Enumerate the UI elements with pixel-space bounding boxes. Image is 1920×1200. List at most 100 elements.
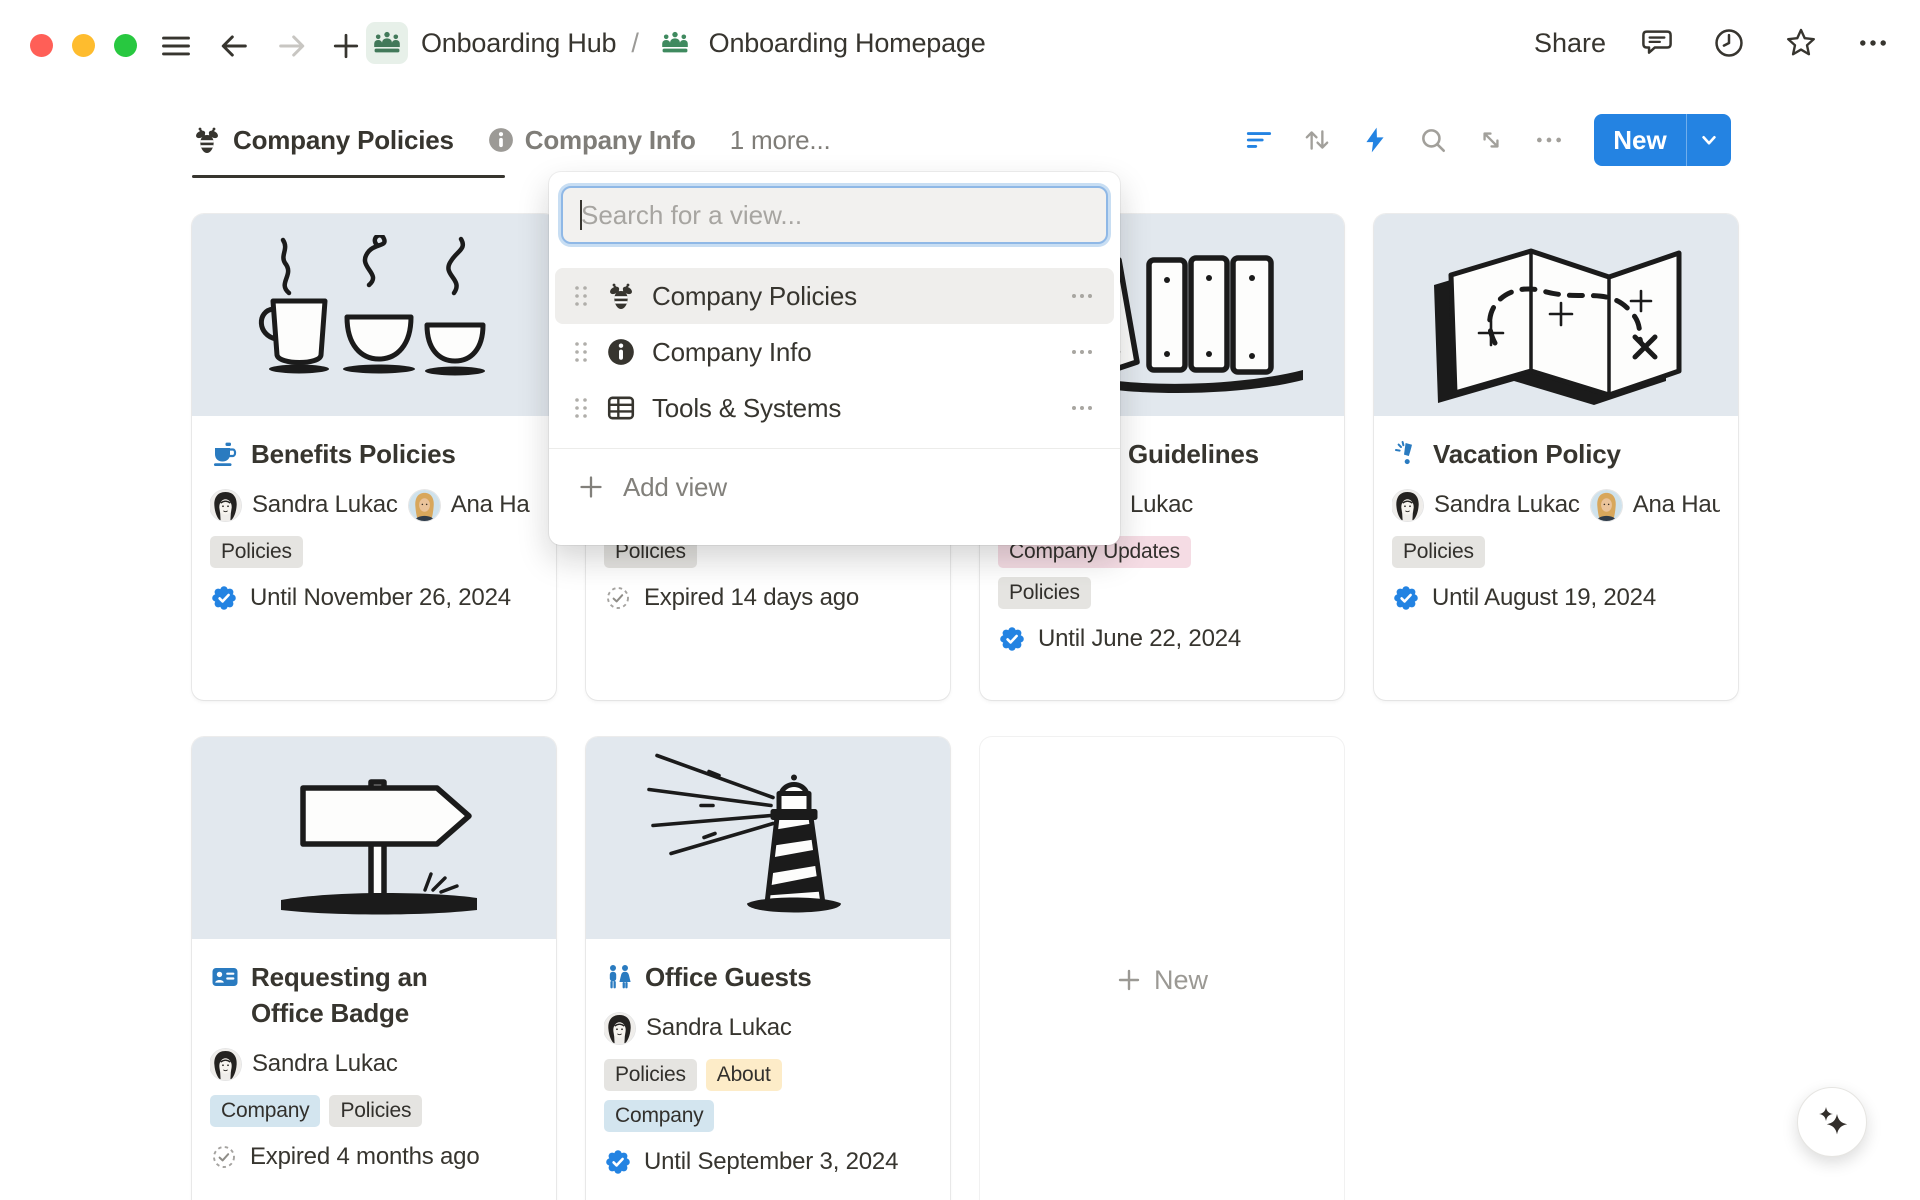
new-record-button[interactable]: New: [1594, 114, 1731, 166]
more-views-button[interactable]: 1 more...: [730, 125, 831, 156]
comments-button[interactable]: [1636, 22, 1678, 64]
card-status: Until November 26, 2024: [210, 584, 538, 612]
menu-icon: [159, 29, 193, 63]
people-group-icon: [372, 28, 402, 58]
breadcrumb-root-label[interactable]: Onboarding Hub: [421, 28, 616, 59]
favorite-button[interactable]: [1780, 22, 1822, 64]
new-card-button[interactable]: New: [980, 737, 1344, 1200]
zoom-window-button[interactable]: [114, 34, 137, 57]
expired-dashed-icon: [210, 1143, 238, 1171]
card-tags: Company: [604, 1100, 932, 1132]
card-title: Requesting an Office Badge: [210, 959, 538, 1031]
card-title: Office Guests: [604, 959, 932, 995]
tab-company-policies[interactable]: Company Policies: [192, 125, 454, 156]
views-dropdown: Company Policies Company Info: [549, 172, 1120, 545]
expand-view-button[interactable]: [1470, 119, 1512, 161]
gallery-card-vacation-policy[interactable]: Vacation Policy Sandra Lukac Ana Hau Pol…: [1374, 214, 1738, 700]
automations-icon: [1360, 125, 1390, 155]
chevron-down-icon[interactable]: [1687, 127, 1731, 153]
view-search: [561, 186, 1108, 244]
breadcrumb: Onboarding Hub / Onboarding Homepage: [366, 22, 986, 64]
coffee-cup-icon: [210, 439, 240, 469]
view-search-input[interactable]: [561, 186, 1108, 244]
status-text: Expired 4 months ago: [250, 1143, 479, 1171]
sort-button[interactable]: [1296, 119, 1338, 161]
verified-badge-icon: [210, 584, 238, 612]
verified-badge-icon: [604, 1148, 632, 1176]
breadcrumb-current-link[interactable]: [654, 22, 696, 64]
card-tags: Policies: [1392, 536, 1720, 568]
sidebar-menu-button[interactable]: [158, 28, 194, 64]
gallery-card-benefits-policies[interactable]: Benefits Policies Sandra Lukac Ana Ha Po…: [192, 214, 556, 700]
status-text: Until June 22, 2024: [1038, 625, 1241, 653]
back-button[interactable]: [216, 28, 252, 64]
avatar: [210, 490, 241, 521]
new-page-button[interactable]: [328, 28, 364, 64]
view-item-company-info[interactable]: Company Info: [555, 324, 1114, 380]
card-title-text: Office Guests: [645, 959, 811, 995]
card-tags: Policies: [998, 577, 1326, 609]
window-titlebar: Onboarding Hub / Onboarding Homepage: [0, 0, 1920, 90]
view-more-button[interactable]: [1528, 119, 1570, 161]
close-window-button[interactable]: [30, 34, 53, 57]
page-more-button[interactable]: [1852, 22, 1894, 64]
tag: Policies: [210, 536, 303, 568]
updates-button[interactable]: [1708, 22, 1750, 64]
filter-button[interactable]: [1238, 119, 1280, 161]
view-options-icon[interactable]: [1060, 282, 1096, 310]
card-title: Benefits Policies: [210, 436, 538, 472]
view-options-icon[interactable]: [1060, 394, 1096, 422]
sort-icon: [1302, 125, 1332, 155]
card-tags: Policies About: [604, 1059, 932, 1091]
database-view-bar: Company Policies Company Info 1 more...: [0, 100, 1920, 180]
active-tab-underline: [192, 175, 505, 178]
notion-window: Onboarding Hub / Onboarding Homepage: [0, 0, 1920, 1200]
person-name: Lukac: [1130, 491, 1193, 519]
tab-label: Company Policies: [233, 125, 454, 156]
person-name: Ana Ha: [451, 491, 530, 519]
card-title-text: Vacation Policy: [1433, 436, 1621, 472]
drag-handle-icon[interactable]: [573, 340, 591, 364]
verified-badge-icon: [1392, 584, 1420, 612]
avatar: [604, 1013, 635, 1044]
drag-handle-icon[interactable]: [573, 396, 591, 420]
automations-button[interactable]: [1354, 119, 1396, 161]
forward-button[interactable]: [274, 28, 310, 64]
card-body: Requesting an Office Badge Sandra Lukac …: [192, 939, 556, 1187]
view-options-icon[interactable]: [1060, 338, 1096, 366]
minimize-window-button[interactable]: [72, 34, 95, 57]
avatar: [409, 490, 440, 521]
tag: Company: [604, 1100, 714, 1132]
search-icon: [1418, 125, 1448, 155]
views-list: Company Policies Company Info: [549, 268, 1120, 513]
alert-sparkle-icon: [1392, 439, 1422, 469]
status-text: Expired 14 days ago: [644, 584, 859, 612]
ai-assistant-button[interactable]: [1797, 1087, 1867, 1157]
gallery-card-office-guests[interactable]: Office Guests Sandra Lukac Policies Abou…: [586, 737, 950, 1200]
gallery-card-office-badge[interactable]: Requesting an Office Badge Sandra Lukac …: [192, 737, 556, 1200]
card-people: Sandra Lukac: [604, 1011, 932, 1045]
table-icon: [605, 393, 637, 423]
breadcrumb-root-link[interactable]: [366, 22, 408, 64]
avatar: [1591, 490, 1622, 521]
card-status: Expired 4 months ago: [210, 1143, 538, 1171]
filter-icon: [1244, 125, 1274, 155]
id-badge-icon: [210, 962, 240, 992]
breadcrumb-current-label[interactable]: Onboarding Homepage: [709, 28, 986, 59]
card-people: Sandra Lukac: [210, 1047, 538, 1081]
titlebar-actions: Share: [1534, 22, 1894, 64]
view-item-company-policies[interactable]: Company Policies: [555, 268, 1114, 324]
card-cover: [1374, 214, 1738, 416]
tab-company-info[interactable]: Company Info: [488, 125, 696, 156]
view-item-tools-systems[interactable]: Tools & Systems: [555, 380, 1114, 436]
search-view-button[interactable]: [1412, 119, 1454, 161]
status-text: Until November 26, 2024: [250, 584, 511, 612]
more-options-icon: [1856, 26, 1890, 60]
card-title-text: Benefits Policies: [251, 436, 456, 472]
add-view-button[interactable]: Add view: [549, 461, 1120, 513]
drag-handle-icon[interactable]: [573, 284, 591, 308]
tag: Policies: [998, 577, 1091, 609]
share-button[interactable]: Share: [1534, 28, 1606, 59]
expired-dashed-icon: [604, 584, 632, 612]
updates-clock-icon: [1712, 26, 1746, 60]
